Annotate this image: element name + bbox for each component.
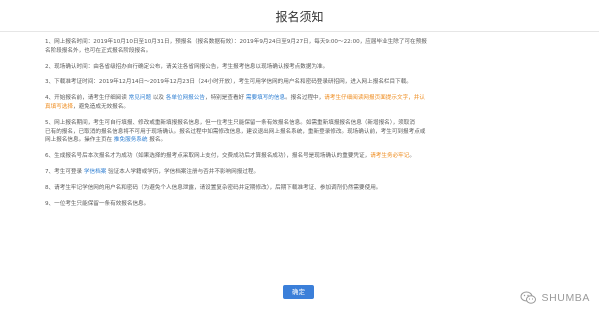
notice-link[interactable]: 常见问题 bbox=[129, 95, 151, 101]
notice-link[interactable]: 学信档案 bbox=[84, 169, 106, 175]
watermark-text: SHUMBA bbox=[541, 292, 590, 304]
notice-text: 9、一位考生只能保留一条有效报名信息。 bbox=[45, 200, 150, 207]
notice-text: 4、开始报名前，请考生仔细阅读 bbox=[45, 95, 129, 102]
notice-text: 3、下载准考证时间：2019年12月14日～2019年12月23日（24小时开放… bbox=[45, 79, 412, 86]
notice-text: 已有的报名，已取消的报名信息将不可用于现场确认。报名过程中如需修改信息，建议退出… bbox=[45, 128, 426, 135]
notice-item-6: 6、生成报名号后本次报名才为成功（如果选择的报考点采取网上支付，交费成功后才算报… bbox=[45, 152, 565, 161]
notice-warning-text: 真填写选择 bbox=[45, 104, 73, 111]
notice-warning-text: 请考生仔细阅读网报页面提示文字，并认 bbox=[324, 95, 425, 102]
notice-warning-text: 请考生务必牢记 bbox=[370, 153, 410, 160]
notice-link[interactable]: 需要填写的信息 bbox=[246, 95, 285, 101]
notice-text: 2、现场确认时间：由各省级招办自行确定公布，请关注各省网报公告，考生报考信息以现… bbox=[45, 63, 329, 70]
notice-text: 名阶段报名外，也可在正式报名阶段报名。 bbox=[45, 47, 152, 54]
notice-text: 8、请考生牢记学信网的用户名和密码（为避免个人信息泄露，请设置复杂密码并定期修改… bbox=[45, 185, 382, 192]
notice-text: 网上报名信息。操作主页在 bbox=[45, 137, 114, 144]
notice-text: 6、生成报名号后本次报名才为成功（如果选择的报考点采取网上支付，交费成功后才算报… bbox=[45, 153, 371, 160]
notice-item-7: 7、考生可登录 学信档案 验证本人学籍或学历，学信档案注册与否并不影响网报过程。 bbox=[45, 168, 565, 177]
notice-item-9: 9、一位考生只能保留一条有效报名信息。 bbox=[45, 200, 565, 209]
title-divider bbox=[0, 31, 599, 32]
notice-item-8: 8、请考生牢记学信网的用户名和密码（为避免个人信息泄露，请设置复杂密码并定期修改… bbox=[45, 184, 565, 193]
wechat-icon bbox=[520, 291, 537, 304]
notice-text: ，特别是查看好 bbox=[204, 95, 246, 102]
notice-item-1: 1、网上报名时间：2019年10月10日至10月31日，预报名（报名数据有效）：… bbox=[45, 38, 565, 55]
watermark: SHUMBA bbox=[520, 290, 590, 306]
notice-text: 验证本人学籍或学历，学信档案注册与否并不影响网报过程。 bbox=[106, 169, 260, 176]
notice-text: 。 bbox=[409, 153, 415, 160]
notice-text: 以及 bbox=[151, 95, 166, 102]
notice-item-4: 4、开始报名前，请考生仔细阅读 常见问题 以及 各单位网报公告，特别是查看好 需… bbox=[45, 94, 565, 111]
notice-text: 报名。 bbox=[147, 137, 167, 144]
dialog-title: 报名须知 bbox=[275, 10, 324, 24]
notice-item-5: 5、网上报名期间，考生可自行填报、修改或重新填报报名信息，但一位考生只能保留一条… bbox=[45, 119, 565, 145]
notice-item-2: 2、现场确认时间：由各省级招办自行确定公布，请关注各省网报公告，考生报考信息以现… bbox=[45, 63, 565, 72]
notice-text: ，避免造成无效报名。 bbox=[72, 104, 129, 111]
notice-text: 。报名过程中， bbox=[285, 95, 325, 102]
notice-text: 7、考生可登录 bbox=[45, 169, 84, 176]
notice-item-3: 3、下载准考证时间：2019年12月14日～2019年12月23日（24小时开放… bbox=[45, 78, 565, 87]
notice-dialog: 报名须知 1、网上报名时间：2019年10月10日至10月31日，预报名（报名数… bbox=[0, 0, 599, 317]
notice-text: 1、网上报名时间：2019年10月10日至10月31日，预报名（报名数据有效）：… bbox=[45, 39, 427, 45]
notice-link[interactable]: 推免服务系统 bbox=[114, 137, 148, 143]
notice-text: 5、网上报名期间，考生可自行填报、修改或重新填报报名信息，但一位考生只能保留一条… bbox=[45, 119, 415, 126]
confirm-button[interactable]: 确定 bbox=[283, 285, 314, 299]
notice-content: 1、网上报名时间：2019年10月10日至10月31日，预报名（报名数据有效）：… bbox=[45, 38, 565, 216]
notice-link[interactable]: 各单位网报公告 bbox=[166, 95, 205, 101]
